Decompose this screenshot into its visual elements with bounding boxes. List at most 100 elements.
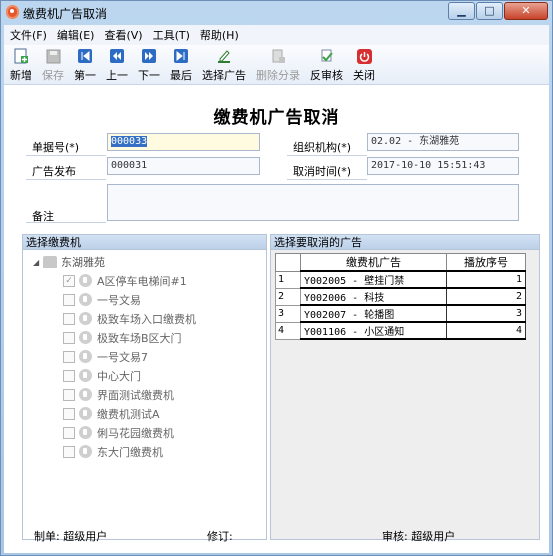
app-window: 缴费机广告取消 ▁ □ ✕ 文件(F) 编辑(E) 查看(V) 工具(T) 帮助… [0,0,553,556]
ad-publish-field[interactable]: 000031 [107,157,260,175]
row-number-header [275,253,301,272]
table-row[interactable]: 3 Y002007 - 轮播图 3 [275,304,526,323]
cancel-time-underline [287,179,367,180]
last-button[interactable]: 最后 [170,48,192,83]
checkbox[interactable] [63,426,75,439]
machine-icon [79,388,92,401]
menu-view[interactable]: 查看(V) [104,27,142,43]
checkbox[interactable] [63,407,75,420]
maximize-button[interactable]: □ [476,2,503,20]
menu-edit[interactable]: 编辑(E) [57,27,95,43]
last-label: 最后 [170,69,192,82]
bill-no-field[interactable]: 000033 [107,133,260,151]
next-button[interactable]: 下一 [138,48,160,83]
save-button[interactable]: 保存 [42,48,64,83]
machine-icon [79,331,92,344]
last-record-icon [173,48,189,64]
org-underline [287,155,367,156]
new-doc-icon [13,48,29,64]
machine-tree: ◢ 东湖雅苑 ✓ A区停车电梯间#1 一号文易 极致车场入口缴费机 极致车场B区大… [23,250,266,539]
org-label: 组织机构(*) [293,141,352,154]
ad-cell[interactable]: Y002005 - 壁挂门禁 [300,270,447,289]
tree-node-label: 东大门缴费机 [97,445,163,459]
tree-node[interactable]: 极致车场入口缴费机 [33,309,266,328]
ad-column-header[interactable]: 缴费机广告 [300,253,447,272]
close-window-button[interactable]: ✕ [504,2,548,20]
menu-file[interactable]: 文件(F) [10,27,47,43]
cancel-time-field[interactable]: 2017-10-10 15:51:43 [367,157,519,175]
maker-text: 制单: 超级用户 [34,530,108,543]
bill-no-label: 单据号(*) [32,141,80,154]
table-row[interactable]: 4 Y001106 - 小区通知 4 [275,321,526,340]
order-cell[interactable]: 3 [446,304,526,323]
collapse-arrow-icon[interactable]: ◢ [33,258,43,267]
order-cell[interactable]: 4 [446,321,526,340]
window-title: 缴费机广告取消 [23,7,108,21]
new-button[interactable]: 新增 [10,48,32,83]
delete-entry-button[interactable]: 删除分录 [256,48,300,83]
unaudit-icon [319,48,335,64]
tree-node-label: 缴费机测试A [97,407,160,421]
new-label: 新增 [10,69,32,82]
machine-icon [79,293,92,306]
form-title: 缴费机广告取消 [213,108,340,128]
next-label: 下一 [138,69,160,82]
order-cell[interactable]: 1 [446,270,526,289]
order-cell[interactable]: 2 [446,287,526,306]
ad-grid: 缴费机广告 播放序号 1 Y002005 - 壁挂门禁 1 2 Y002006 … [275,253,526,340]
machine-icon [79,274,92,287]
table-row[interactable]: 2 Y002006 - 科技 2 [275,287,526,306]
tree-node[interactable]: ✓ A区停车电梯间#1 [33,271,266,290]
tree-node[interactable]: 一号文易7 [33,347,266,366]
tree-node[interactable]: 极致车场B区大门 [33,328,266,347]
delete-entry-icon [270,48,286,64]
tree-node[interactable]: 东大门缴费机 [33,442,266,461]
close-label: 关闭 [353,69,375,82]
auditor-text: 审核: 超级用户 [382,530,456,543]
tree-node[interactable]: 缴费机测试A [33,404,266,423]
remark-field[interactable] [107,184,519,221]
title-bar[interactable]: 缴费机广告取消 ▁ □ ✕ [1,1,552,23]
bill-no-value: 000033 [111,136,148,147]
checkbox[interactable] [63,331,75,344]
tree-node-label: 界面测试缴费机 [97,388,174,402]
tree-node[interactable]: 界面测试缴费机 [33,385,266,404]
ad-cell[interactable]: Y001106 - 小区通知 [300,321,447,340]
checkbox[interactable] [63,369,75,382]
tree-root-node[interactable]: ◢ 东湖雅苑 [33,253,266,271]
editor-text: 修订: [207,530,233,543]
tree-node[interactable]: 一号文易 [33,290,266,309]
select-ad-button[interactable]: 选择广告 [202,48,246,83]
org-field[interactable]: 02.02 - 东湖雅苑 [367,133,519,151]
first-label: 第一 [74,69,96,82]
checkbox[interactable] [63,445,75,458]
menu-help[interactable]: 帮助(H) [200,27,239,43]
previous-button[interactable]: 上一 [106,48,128,83]
table-row[interactable]: 1 Y002005 - 壁挂门禁 1 [275,270,526,289]
unaudit-button[interactable]: 反审核 [310,48,343,83]
checkbox[interactable] [63,312,75,325]
select-ad-label: 选择广告 [202,69,246,82]
ad-panel-header: 选择要取消的广告 [271,235,539,250]
tree-node[interactable]: 中心大门 [33,366,266,385]
machine-panel-header: 选择缴费机 [23,235,266,250]
delete-entry-label: 删除分录 [256,69,300,82]
close-button[interactable]: 关闭 [353,48,375,83]
menu-tools[interactable]: 工具(T) [153,27,190,43]
checkbox[interactable]: ✓ [63,274,75,287]
toolbar: 新增 保存 第一 上一 下一 最后 选择广告 删除分录 反审核 关闭 [4,45,549,85]
first-record-icon [77,48,93,64]
minimize-button[interactable]: ▁ [448,2,475,20]
checkbox[interactable] [63,350,75,363]
machine-icon [79,350,92,363]
machine-icon [79,369,92,382]
first-button[interactable]: 第一 [74,48,96,83]
ad-cell[interactable]: Y002006 - 科技 [300,287,447,306]
row-number: 3 [275,304,301,323]
tree-node[interactable]: 俐马花园缴费机 [33,423,266,442]
tree-node-label: 俐马花园缴费机 [97,426,174,440]
ad-cell[interactable]: Y002007 - 轮播图 [300,304,447,323]
order-column-header[interactable]: 播放序号 [446,253,526,272]
checkbox[interactable] [63,388,75,401]
checkbox[interactable] [63,293,75,306]
